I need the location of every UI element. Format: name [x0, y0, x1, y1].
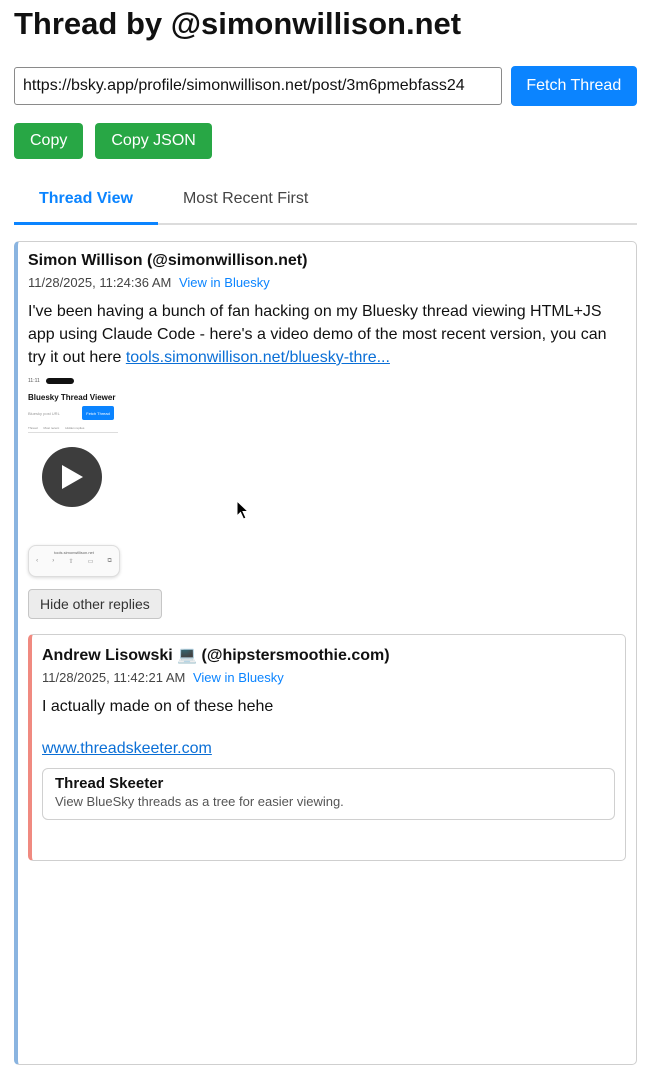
- video-fetch-button: Fetch Thread: [82, 406, 114, 420]
- thread-post: Simon Willison (@simonwillison.net) 11/2…: [14, 241, 637, 1065]
- post-tool-link[interactable]: tools.simonwillison.net/bluesky-thre...: [126, 349, 390, 366]
- copy-button[interactable]: Copy: [14, 123, 84, 159]
- video-browser-icons: ‹ › ⇧ ▭ ⧉: [36, 558, 112, 565]
- post-timestamp: 11/28/2025, 11:24:36 AM: [28, 275, 172, 290]
- video-input: Bluesky post URL: [28, 410, 60, 416]
- reply-timestamp: 11/28/2025, 11:42:21 AM: [42, 670, 186, 685]
- video-tab-1: Thread: [28, 426, 38, 430]
- reply-author: Andrew Lisowski 💻 (@hipstersmoothie.com): [42, 647, 390, 664]
- fetch-thread-button[interactable]: Fetch Thread: [510, 66, 637, 106]
- post-text: I've been having a bunch of fan hacking …: [28, 300, 626, 369]
- video-url-bar: tools.simonwillison.net: [54, 550, 94, 555]
- video-status-bar: 11:11: [28, 375, 118, 387]
- link-card-description: View BlueSky threads as a tree for easie…: [55, 794, 344, 809]
- play-icon[interactable]: [42, 447, 102, 507]
- reply-post: Andrew Lisowski 💻 (@hipstersmoothie.com)…: [28, 634, 626, 861]
- reply-text: I actually made on of these hehe: [42, 698, 274, 715]
- video-browser-bar: tools.simonwillison.net ‹ › ⇧ ▭ ⧉: [28, 545, 120, 577]
- hide-other-replies-button[interactable]: Hide other replies: [28, 589, 162, 619]
- post-view-in-bluesky-link[interactable]: View in Bluesky: [179, 275, 270, 290]
- post-meta: 11/28/2025, 11:24:36 AM View in Bluesky: [28, 274, 626, 292]
- video-thumbnail[interactable]: 11:11 Bluesky Thread Viewer Bluesky post…: [28, 375, 120, 577]
- post-author: Simon Willison (@simonwillison.net): [28, 252, 308, 269]
- video-tab-3: Hidden replies: [65, 426, 85, 430]
- copy-actions: Copy Copy JSON: [14, 123, 637, 159]
- reply-meta: 11/28/2025, 11:42:21 AM View in Bluesky: [42, 669, 615, 687]
- tab-thread-view[interactable]: Thread View: [14, 177, 158, 225]
- video-fetch-row: Bluesky post URL Fetch Thread: [28, 406, 118, 420]
- reply-view-in-bluesky-link[interactable]: View in Bluesky: [193, 670, 284, 685]
- link-card-title: Thread Skeeter: [55, 775, 164, 792]
- post-url-input[interactable]: [14, 67, 502, 105]
- video-tab-2: Most recent: [43, 426, 60, 430]
- dynamic-island: [45, 378, 74, 384]
- reply-link[interactable]: www.threadskeeter.com: [42, 740, 212, 757]
- fetch-row: Fetch Thread: [14, 66, 637, 106]
- reply-link-line: www.threadskeeter.com: [42, 740, 615, 758]
- video-status-time: 11:11: [28, 378, 40, 384]
- link-preview-card[interactable]: Thread Skeeter View BlueSky threads as a…: [42, 768, 615, 820]
- page-title: Thread by @simonwillison.net: [14, 6, 462, 41]
- tab-most-recent-first[interactable]: Most Recent First: [158, 177, 333, 223]
- view-tabs: Thread View Most Recent First: [14, 177, 637, 225]
- video-tabs: Thread Most recent Hidden replies: [28, 426, 118, 433]
- page: Thread by @simonwillison.net Fetch Threa…: [0, 0, 651, 1065]
- mouse-cursor-icon: [236, 500, 250, 520]
- video-app-title: Bluesky Thread Viewer: [28, 393, 116, 402]
- copy-json-button[interactable]: Copy JSON: [95, 123, 212, 159]
